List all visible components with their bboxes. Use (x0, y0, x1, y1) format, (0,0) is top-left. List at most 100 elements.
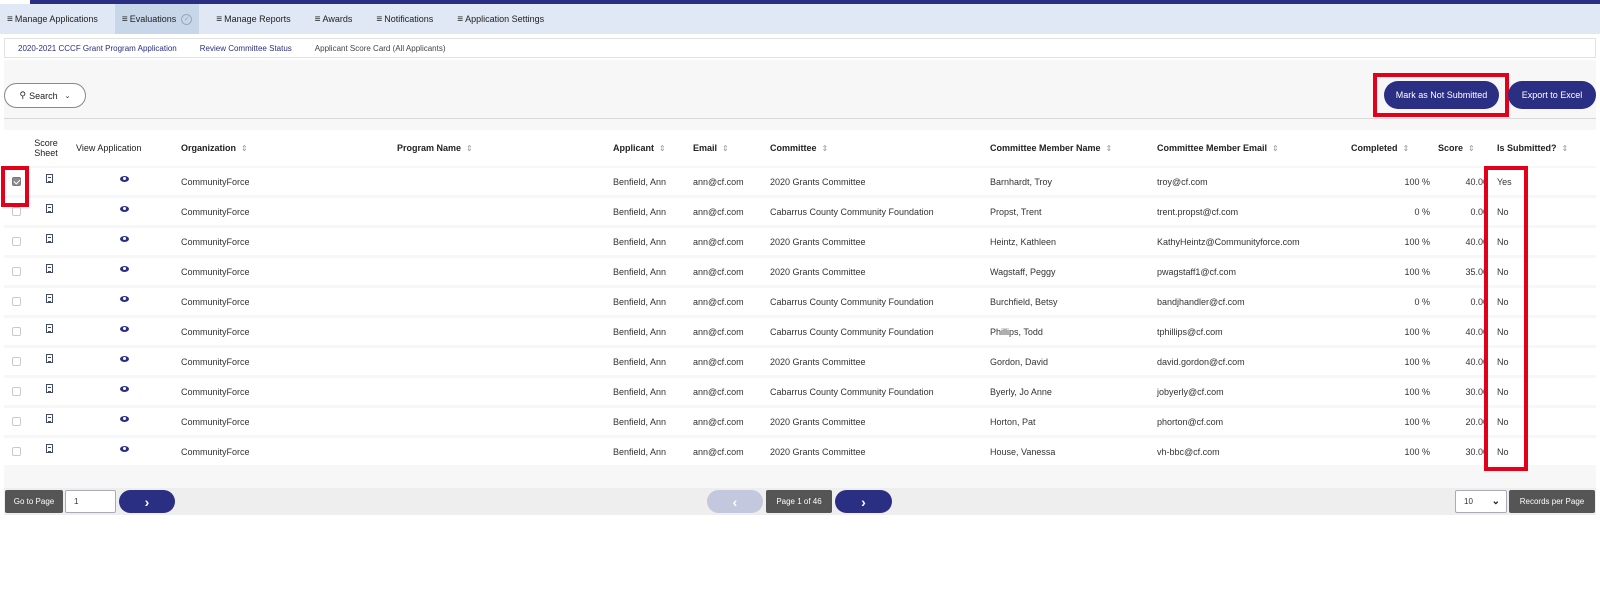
cell-organization: CommunityForce (181, 386, 250, 397)
eye-icon[interactable] (120, 175, 129, 182)
cell-view-application (120, 225, 129, 252)
header-score[interactable]: Score ⇕ (1438, 130, 1475, 166)
breadcrumb: 2020-2021 CCCF Grant Program Application… (4, 38, 1596, 58)
cell-select (12, 348, 21, 375)
eye-icon[interactable] (120, 325, 129, 332)
cell-score: 35.00 (1465, 266, 1488, 277)
header-applicant[interactable]: Applicant ⇕ (613, 130, 666, 166)
cell-committee: Cabarrus County Community Foundation (770, 206, 934, 217)
cell-email: ann@cf.com (693, 356, 744, 367)
records-per-page-select[interactable]: 10 ⌄ (1455, 490, 1507, 513)
eye-icon[interactable] (120, 235, 129, 242)
go-next-button[interactable]: › (119, 490, 175, 513)
score-sheet-icon[interactable] (46, 204, 53, 213)
page-number-input[interactable]: 1 (65, 490, 116, 513)
search-button[interactable]: ⚲ Search ⌄ (4, 83, 86, 108)
cell-email: ann@cf.com (693, 416, 744, 427)
cell-email: ann@cf.com (693, 296, 744, 307)
cell-applicant[interactable]: Benfield, Ann (613, 408, 666, 435)
eye-icon[interactable] (120, 355, 129, 362)
cell-applicant[interactable]: Benfield, Ann (613, 288, 666, 315)
cell-member-name: Heintz, Kathleen (990, 236, 1057, 247)
cell-applicant[interactable]: Benfield, Ann (613, 228, 666, 255)
eye-icon[interactable] (120, 295, 129, 302)
sort-icon: ⇕ (241, 143, 248, 153)
menu-icon: ≡ (7, 13, 13, 25)
cell-committee: 2020 Grants Committee (770, 446, 866, 457)
row-checkbox[interactable] (12, 207, 21, 216)
cell-applicant[interactable]: Benfield, Ann (613, 318, 666, 345)
cell-view-application (120, 285, 129, 312)
score-sheet-icon[interactable] (46, 414, 53, 423)
cell-score: 30.00 (1465, 386, 1488, 397)
cell-member-email: trent.propst@cf.com (1157, 206, 1239, 217)
nav-application-settings[interactable]: ≡ Application Settings (450, 4, 551, 34)
export-excel-button[interactable]: Export to Excel (1508, 81, 1596, 109)
row-checkbox[interactable] (12, 417, 21, 426)
eye-icon[interactable] (120, 385, 129, 392)
score-sheet-icon[interactable] (46, 324, 53, 333)
cell-applicant[interactable]: Benfield, Ann (613, 258, 666, 285)
score-sheet-icon[interactable] (46, 354, 53, 363)
row-checkbox[interactable] (12, 297, 21, 306)
row-checkbox[interactable] (12, 267, 21, 276)
eye-icon[interactable] (120, 415, 129, 422)
nav-awards[interactable]: ≡ Awards (308, 4, 360, 34)
row-checkbox[interactable] (12, 327, 21, 336)
score-sheet-icon[interactable] (46, 174, 53, 183)
header-member-name[interactable]: Committee Member Name ⇕ (990, 130, 1112, 166)
cell-score-sheet (46, 435, 53, 462)
score-sheet-icon[interactable] (46, 384, 53, 393)
row-checkbox[interactable] (12, 447, 21, 456)
eye-icon[interactable] (120, 205, 129, 212)
header-organization[interactable]: Organization ⇕ (181, 130, 248, 166)
cell-member-email: KathyHeintz@Communityforce.com (1157, 236, 1300, 247)
header-email[interactable]: Email ⇕ (693, 130, 729, 166)
eye-icon[interactable] (120, 445, 129, 452)
cell-completed: 100 % (1404, 176, 1430, 187)
page-status: Page 1 of 46 (766, 490, 832, 513)
next-page-button[interactable]: › (835, 490, 892, 513)
prev-page-button[interactable]: ‹ (707, 490, 763, 513)
row-checkbox[interactable] (12, 387, 21, 396)
table-row: CommunityForce Benfield, Ann ann@cf.com 202… (4, 438, 1596, 465)
cell-member-name: Horton, Pat (990, 416, 1036, 427)
nav-notifications[interactable]: ≡ Notifications (369, 4, 440, 34)
cell-member-email: jobyerly@cf.com (1157, 386, 1224, 397)
score-sheet-icon[interactable] (46, 264, 53, 273)
header-completed[interactable]: Completed ⇕ (1351, 130, 1409, 166)
cell-committee: 2020 Grants Committee (770, 176, 866, 187)
breadcrumb-review-status[interactable]: Review Committee Status (200, 44, 292, 53)
cell-applicant[interactable]: Benfield, Ann (613, 168, 666, 195)
breadcrumb-program[interactable]: 2020-2021 CCCF Grant Program Application (18, 44, 177, 53)
divider (4, 118, 1596, 119)
cell-score-sheet (46, 315, 53, 342)
row-checkbox[interactable] (12, 237, 21, 246)
header-member-email[interactable]: Committee Member Email ⇕ (1157, 130, 1279, 166)
cell-member-email: pwagstaff1@cf.com (1157, 266, 1237, 277)
header-score-sheet: Score Sheet (34, 138, 58, 158)
sort-icon: ⇕ (466, 143, 473, 153)
cell-applicant[interactable]: Benfield, Ann (613, 378, 666, 405)
header-program-name[interactable]: Program Name ⇕ (397, 130, 473, 166)
score-sheet-icon[interactable] (46, 294, 53, 303)
go-to-page-button[interactable]: Go to Page (5, 490, 63, 513)
cell-applicant[interactable]: Benfield, Ann (613, 348, 666, 375)
table-row: CommunityForce Benfield, Ann ann@cf.com 202… (4, 258, 1596, 285)
chevron-down-icon: ⌄ (1491, 496, 1500, 507)
score-sheet-icon[interactable] (46, 444, 53, 453)
cell-committee: 2020 Grants Committee (770, 416, 866, 427)
score-sheet-icon[interactable] (46, 234, 53, 243)
nav-manage-applications[interactable]: ≡ Manage Applications (0, 4, 105, 34)
eye-icon[interactable] (120, 265, 129, 272)
nav-evaluations[interactable]: ≡ Evaluations ✓ (114, 4, 200, 34)
cell-organization: CommunityForce (181, 356, 250, 367)
header-committee[interactable]: Committee ⇕ (770, 130, 828, 166)
cell-applicant[interactable]: Benfield, Ann (613, 198, 666, 225)
nav-manage-reports[interactable]: ≡ Manage Reports (209, 4, 297, 34)
cell-applicant[interactable]: Benfield, Ann (613, 438, 666, 465)
row-checkbox[interactable] (12, 357, 21, 366)
highlight-checkbox (1, 166, 29, 207)
cell-score-sheet (46, 345, 53, 372)
header-is-submitted[interactable]: Is Submitted? ⇕ (1497, 130, 1568, 166)
